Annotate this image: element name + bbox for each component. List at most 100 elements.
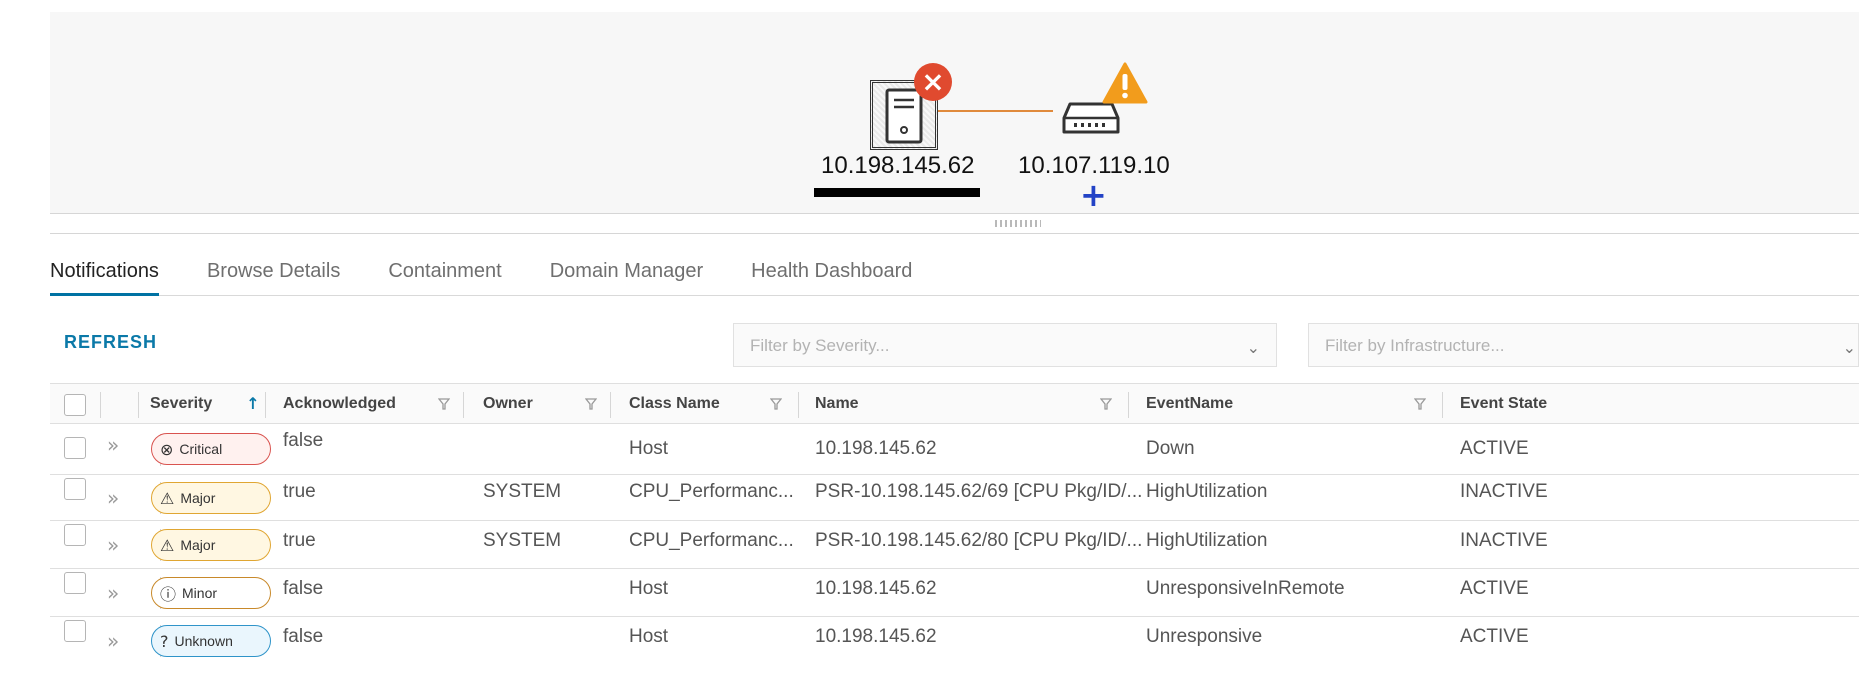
- filter-icon[interactable]: [1100, 397, 1112, 411]
- column-separator[interactable]: [463, 392, 464, 418]
- column-separator[interactable]: [610, 392, 611, 418]
- event-state-cell: ACTIVE: [1460, 577, 1529, 599]
- sort-ascending-icon[interactable]: ↑: [246, 394, 259, 413]
- acknowledged-cell: false: [283, 430, 324, 451]
- warning-triangle-icon: [1102, 62, 1148, 104]
- info-circle-icon: ⓘ: [160, 585, 177, 604]
- row-checkbox[interactable]: [64, 478, 86, 500]
- severity-cell: ? Unknown: [151, 624, 271, 658]
- refresh-button[interactable]: REFRESH: [64, 332, 157, 353]
- splitter-grip-icon[interactable]: [995, 220, 1041, 227]
- severity-badge-major: ⚠ Major: [151, 482, 271, 514]
- severity-label: Unknown: [174, 633, 233, 649]
- event-state-cell: ACTIVE: [1460, 626, 1529, 647]
- host-node-label[interactable]: 10.198.145.62: [821, 152, 974, 180]
- event-name-cell: UnresponsiveInRemote: [1146, 577, 1345, 599]
- filter-icon[interactable]: [585, 397, 597, 411]
- expand-row-icon[interactable]: »: [107, 578, 119, 608]
- topology-link: [935, 110, 1053, 112]
- filter-icon[interactable]: [438, 397, 450, 411]
- row-checkbox[interactable]: [64, 620, 86, 642]
- acknowledged-cell: false: [283, 577, 324, 599]
- severity-label: Critical: [179, 441, 223, 457]
- column-separator[interactable]: [265, 392, 266, 418]
- row-select-cell: [64, 523, 86, 547]
- column-header-event-state[interactable]: Event State: [1460, 384, 1547, 423]
- filter-icon[interactable]: [770, 397, 782, 411]
- column-header-event-name[interactable]: EventName: [1146, 384, 1233, 423]
- tab-notifications[interactable]: Notifications: [50, 254, 159, 296]
- column-separator[interactable]: [798, 392, 799, 418]
- acknowledged-cell: true: [283, 529, 316, 551]
- topology-canvas[interactable]: × 10.198.145.62 10.107.119.10 +: [50, 12, 1859, 214]
- name-cell: PSR-10.198.145.62/80 [CPU Pkg/ID/...: [815, 529, 1143, 551]
- critical-circle-x-icon: ⊗: [160, 439, 174, 459]
- severity-filter-placeholder: Filter by Severity...: [750, 336, 890, 355]
- name-cell: 10.198.145.62: [815, 438, 937, 459]
- row-select-cell: [64, 477, 86, 501]
- column-separator[interactable]: [1442, 392, 1443, 418]
- column-header-severity[interactable]: Severity ↑: [150, 384, 260, 423]
- infrastructure-filter-select[interactable]: Filter by Infrastructure... ⌄: [1308, 323, 1859, 367]
- class-name-cell: CPU_Performanc...: [629, 529, 794, 551]
- severity-badge-critical: ⊗ Critical: [151, 433, 271, 465]
- chevron-down-icon: ⌄: [1842, 338, 1856, 357]
- row-select-cell: [64, 619, 86, 643]
- severity-cell: ⚠ Major: [151, 528, 271, 562]
- table-row[interactable]: » ? Unknown false Host 10.198.145.62 Unr…: [50, 617, 1859, 665]
- severity-label: Major: [180, 490, 216, 506]
- expand-row-icon[interactable]: »: [107, 626, 119, 656]
- network-switch-icon[interactable]: [1062, 100, 1120, 136]
- filter-icon[interactable]: [1414, 397, 1426, 411]
- severity-label: Major: [180, 537, 216, 553]
- critical-x-icon: ×: [914, 63, 952, 101]
- row-select-cell: [64, 571, 86, 595]
- row-checkbox[interactable]: [64, 524, 86, 546]
- event-state-cell: ACTIVE: [1460, 438, 1529, 459]
- tab-browse-details[interactable]: Browse Details: [207, 254, 340, 296]
- severity-badge-major: ⚠ Major: [151, 529, 271, 561]
- event-name-cell: Unresponsive: [1146, 626, 1263, 647]
- owner-cell: SYSTEM: [483, 529, 562, 551]
- severity-cell: ⊗ Critical: [151, 432, 271, 466]
- class-name-cell: Host: [629, 438, 669, 459]
- row-select-cell: [64, 436, 86, 460]
- tab-containment[interactable]: Containment: [388, 254, 501, 296]
- tab-health-dashboard[interactable]: Health Dashboard: [751, 254, 912, 296]
- severity-filter-select[interactable]: Filter by Severity... ⌄: [733, 323, 1277, 367]
- name-cell: 10.198.145.62: [815, 577, 937, 599]
- question-circle-icon: ?: [160, 631, 169, 651]
- tab-domain-manager[interactable]: Domain Manager: [550, 254, 703, 296]
- event-name-cell: Down: [1146, 438, 1195, 459]
- table-row[interactable]: » ⓘ Minor false Host 10.198.145.62 Unres…: [50, 569, 1859, 617]
- row-checkbox[interactable]: [64, 572, 86, 594]
- column-separator[interactable]: [1128, 392, 1129, 418]
- class-name-cell: CPU_Performanc...: [629, 480, 794, 502]
- row-checkbox[interactable]: [64, 437, 86, 459]
- chevron-down-icon: ⌄: [1246, 338, 1260, 357]
- name-cell: 10.198.145.62: [815, 626, 937, 647]
- expand-row-icon[interactable]: »: [107, 530, 119, 560]
- server-icon: [885, 88, 923, 144]
- column-header-class-name[interactable]: Class Name: [629, 384, 720, 423]
- column-header-name[interactable]: Name: [815, 384, 859, 423]
- acknowledged-cell: true: [283, 480, 316, 502]
- warning-triangle-icon: ⚠: [160, 488, 175, 508]
- severity-badge-unknown: ? Unknown: [151, 625, 271, 657]
- expand-row-icon[interactable]: »: [107, 483, 119, 513]
- severity-badge-minor: ⓘ Minor: [151, 577, 271, 609]
- column-header-owner[interactable]: Owner: [483, 384, 533, 423]
- severity-cell: ⚠ Major: [151, 481, 271, 515]
- table-row[interactable]: » ⚠ Major true SYSTEM CPU_Performanc... …: [50, 475, 1859, 521]
- expand-row-icon[interactable]: »: [107, 430, 119, 460]
- pane-splitter[interactable]: [50, 214, 1859, 234]
- column-header-severity-label: Severity: [150, 394, 213, 412]
- event-state-cell: INACTIVE: [1460, 529, 1548, 551]
- table-row[interactable]: » ⊗ Critical false Host 10.198.145.62 Do…: [50, 424, 1859, 475]
- selection-indicator: [814, 188, 980, 197]
- select-all-checkbox[interactable]: [64, 394, 86, 416]
- table-row[interactable]: » ⚠ Major true SYSTEM CPU_Performanc... …: [50, 521, 1859, 569]
- select-all-cell: [64, 394, 86, 416]
- expand-node-plus-icon[interactable]: +: [1080, 179, 1107, 211]
- acknowledged-cell: false: [283, 626, 324, 647]
